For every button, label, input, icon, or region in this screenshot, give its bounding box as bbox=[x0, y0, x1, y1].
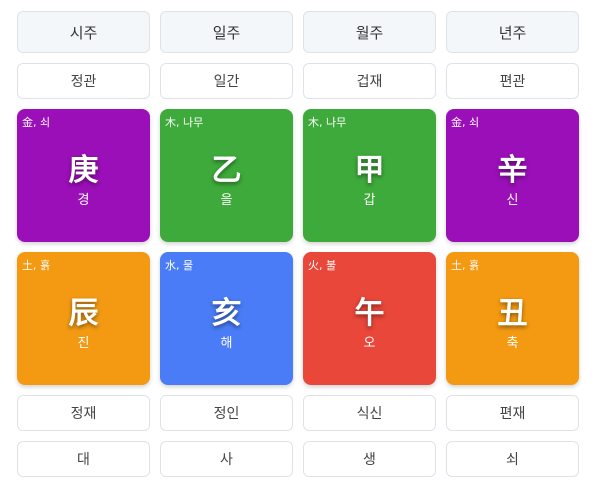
branch-hangul: 축 bbox=[506, 336, 519, 351]
stem-hangul: 갑 bbox=[363, 193, 376, 208]
life-stage-year: 쇠 bbox=[446, 441, 579, 477]
life-stage-hour: 대 bbox=[17, 441, 150, 477]
branch-hanja: 午 bbox=[354, 296, 385, 331]
stem-hanja: 乙 bbox=[211, 153, 242, 188]
branch-card-day: 水, 물 亥 해 bbox=[160, 252, 293, 385]
stem-card-month: 木, 나무 甲 갑 bbox=[303, 109, 436, 242]
element-tag: 金, 쇠 bbox=[451, 116, 480, 129]
branch-god-row: 정재 정인 식신 편재 bbox=[17, 395, 579, 431]
stem-god-day: 일간 bbox=[160, 63, 293, 99]
stem-god-month: 겁재 bbox=[303, 63, 436, 99]
life-stage-month: 생 bbox=[303, 441, 436, 477]
stem-god-year: 편관 bbox=[446, 63, 579, 99]
branch-hanja: 辰 bbox=[68, 296, 99, 331]
stem-hanja: 庚 bbox=[68, 153, 99, 188]
branch-hangul: 오 bbox=[363, 336, 376, 351]
branch-god-year: 편재 bbox=[446, 395, 579, 431]
pillar-header-row: 시주 일주 월주 년주 bbox=[17, 11, 579, 53]
stem-card-hour: 金, 쇠 庚 경 bbox=[17, 109, 150, 242]
stem-god-row: 정관 일간 겁재 편관 bbox=[17, 63, 579, 99]
branch-card-year: 土, 흙 丑 축 bbox=[446, 252, 579, 385]
element-tag: 水, 물 bbox=[165, 259, 194, 272]
element-tag: 木, 나무 bbox=[308, 116, 347, 129]
stem-card-year: 金, 쇠 辛 신 bbox=[446, 109, 579, 242]
branch-row: 土, 흙 辰 진 水, 물 亥 해 火, 불 午 오 土, 흙 丑 축 bbox=[17, 252, 579, 385]
element-tag: 金, 쇠 bbox=[22, 116, 51, 129]
stem-hangul: 을 bbox=[220, 193, 233, 208]
life-stage-row: 대 사 생 쇠 bbox=[17, 441, 579, 477]
branch-hangul: 진 bbox=[77, 336, 90, 351]
pillar-header-day: 일주 bbox=[160, 11, 293, 53]
branch-hangul: 해 bbox=[220, 336, 233, 351]
stem-hanja: 甲 bbox=[354, 153, 385, 188]
element-tag: 土, 흙 bbox=[22, 259, 51, 272]
branch-god-hour: 정재 bbox=[17, 395, 150, 431]
stem-hangul: 경 bbox=[77, 193, 90, 208]
branch-card-hour: 土, 흙 辰 진 bbox=[17, 252, 150, 385]
element-tag: 土, 흙 bbox=[451, 259, 480, 272]
branch-card-month: 火, 불 午 오 bbox=[303, 252, 436, 385]
stem-hanja: 辛 bbox=[497, 153, 528, 188]
stem-row: 金, 쇠 庚 경 木, 나무 乙 을 木, 나무 甲 갑 金, 쇠 辛 신 bbox=[17, 109, 579, 242]
branch-god-month: 식신 bbox=[303, 395, 436, 431]
pillar-header-month: 월주 bbox=[303, 11, 436, 53]
stem-hangul: 신 bbox=[506, 193, 519, 208]
branch-hanja: 亥 bbox=[211, 296, 242, 331]
branch-hanja: 丑 bbox=[497, 296, 528, 331]
pillar-header-hour: 시주 bbox=[17, 11, 150, 53]
element-tag: 火, 불 bbox=[308, 259, 337, 272]
element-tag: 木, 나무 bbox=[165, 116, 204, 129]
stem-card-day: 木, 나무 乙 을 bbox=[160, 109, 293, 242]
pillar-header-year: 년주 bbox=[446, 11, 579, 53]
branch-god-day: 정인 bbox=[160, 395, 293, 431]
life-stage-day: 사 bbox=[160, 441, 293, 477]
stem-god-hour: 정관 bbox=[17, 63, 150, 99]
